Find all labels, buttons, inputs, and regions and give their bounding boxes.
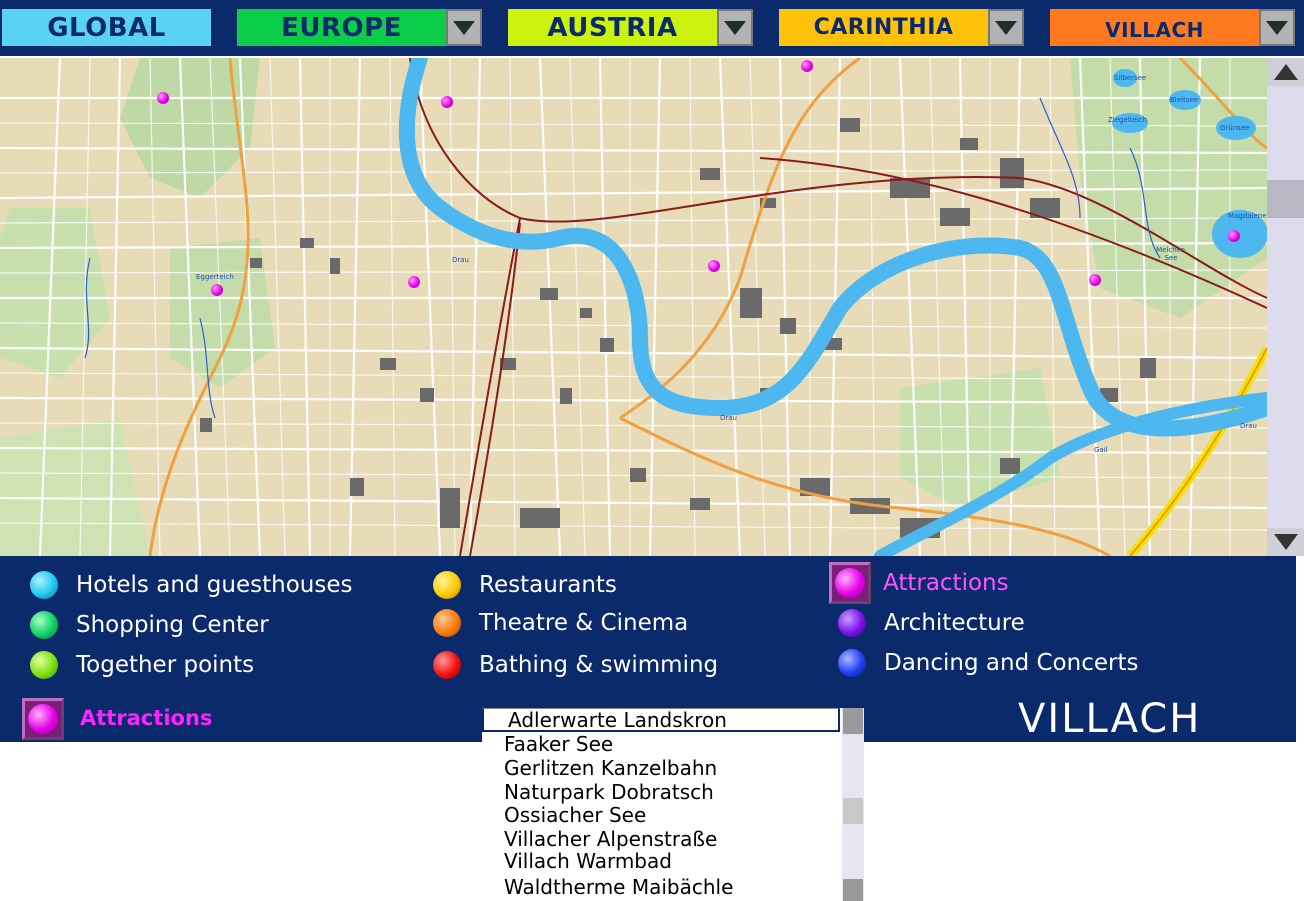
- legend-label: Shopping Center: [76, 612, 269, 638]
- attraction-marker[interactable]: [1228, 230, 1240, 242]
- legend-label: Attractions: [883, 570, 1009, 596]
- restaurants-ball-icon: [433, 571, 461, 599]
- triangle-down-icon: [1266, 20, 1288, 35]
- legend-theatre-cinema[interactable]: Theatre & Cinema: [433, 609, 688, 637]
- triangle-down-icon: [1273, 534, 1298, 550]
- map-label: Bleitsee: [1170, 96, 1199, 104]
- legend-architecture[interactable]: Architecture: [838, 609, 1025, 637]
- attraction-option[interactable]: Adlerwarte Landskron: [482, 708, 840, 732]
- attractions-selected-icon: [829, 562, 871, 604]
- legend-label: Together points: [76, 652, 255, 678]
- scroll-thumb[interactable]: [1267, 180, 1304, 218]
- austria-dropdown-button[interactable]: [717, 9, 753, 46]
- legend-label: Architecture: [884, 610, 1025, 636]
- list-scroll-thumb[interactable]: [843, 798, 863, 824]
- triangle-up-icon: [1273, 64, 1298, 80]
- list-scroll-up-button[interactable]: [843, 708, 863, 734]
- map-label: Grünsee: [1220, 124, 1250, 132]
- attraction-marker[interactable]: [408, 276, 420, 288]
- map-label: Melcher-See: [1156, 246, 1186, 262]
- legend-attractions[interactable]: Attractions: [829, 562, 1009, 604]
- europe-dropdown-button[interactable]: [446, 9, 482, 46]
- legend-restaurants[interactable]: Restaurants: [433, 571, 617, 599]
- park-area: [0, 418, 150, 556]
- attraction-option[interactable]: Ossiacher See: [482, 804, 840, 828]
- list-scroll-down-button[interactable]: [843, 879, 863, 901]
- map-canvas: [0, 58, 1267, 556]
- legend-label: Restaurants: [479, 572, 617, 598]
- attractions-category-icon: [22, 698, 64, 740]
- attraction-marker[interactable]: [211, 284, 223, 296]
- together-points-ball-icon: [30, 651, 58, 679]
- scroll-up-button[interactable]: [1267, 58, 1304, 86]
- city-title: VILLACH: [1018, 696, 1202, 742]
- legend-hotels[interactable]: Hotels and guesthouses: [30, 571, 352, 599]
- scroll-down-button[interactable]: [1267, 528, 1304, 556]
- attraction-option[interactable]: Naturpark Dobratsch: [482, 781, 840, 805]
- architecture-ball-icon: [838, 609, 866, 637]
- shopping-ball-icon: [30, 611, 58, 639]
- attraction-marker[interactable]: [1089, 274, 1101, 286]
- park-area: [900, 368, 1060, 508]
- triangle-down-icon: [995, 20, 1017, 35]
- map-label: Drau: [1240, 422, 1257, 430]
- bathing-ball-icon: [433, 651, 461, 679]
- map-label: Drau: [452, 256, 469, 264]
- nav-europe-button[interactable]: EUROPE: [237, 9, 446, 46]
- triangle-down-icon: [453, 20, 475, 35]
- region-navigation-bar: GLOBAL EUROPE AUSTRIA CARINTHIA VILLACH: [0, 0, 1304, 56]
- legend-shopping[interactable]: Shopping Center: [30, 611, 269, 639]
- category-legend: Hotels and guesthouses Shopping Center T…: [0, 556, 1296, 696]
- park-area: [0, 208, 110, 378]
- nav-carinthia-button[interactable]: CARINTHIA: [779, 9, 988, 46]
- legend-label: Bathing & swimming: [479, 652, 719, 678]
- attraction-option[interactable]: Waldtherme Maibächle: [482, 876, 840, 900]
- map-label: Drau: [720, 414, 737, 422]
- carinthia-dropdown-button[interactable]: [988, 9, 1024, 46]
- attraction-marker[interactable]: [157, 92, 169, 104]
- map-label: Silbersee: [1114, 74, 1147, 82]
- map-label: Eggerteich: [196, 273, 234, 281]
- attraction-marker[interactable]: [441, 96, 453, 108]
- hotels-ball-icon: [30, 571, 58, 599]
- villach-dropdown-button[interactable]: [1259, 9, 1295, 46]
- map-label: Magdalenen: [1228, 212, 1267, 220]
- city-map[interactable]: Eggerteich Drau Drau Drau Gail Magdalene…: [0, 58, 1267, 556]
- nav-austria-button[interactable]: AUSTRIA: [508, 9, 717, 46]
- attraction-option[interactable]: Villach Warmbad: [482, 850, 840, 874]
- legend-label: Hotels and guesthouses: [76, 572, 353, 598]
- nav-global-button[interactable]: GLOBAL: [2, 9, 211, 46]
- map-label: Gail: [1094, 446, 1108, 454]
- attraction-marker[interactable]: [801, 60, 813, 72]
- legend-together-points[interactable]: Together points: [30, 651, 254, 679]
- map-vertical-scrollbar[interactable]: [1267, 58, 1304, 556]
- list-scrollbar[interactable]: [842, 708, 864, 901]
- attraction-option[interactable]: Gerlitzen Kanzelbahn: [482, 757, 840, 781]
- legend-label: Dancing and Concerts: [884, 650, 1139, 676]
- theatre-ball-icon: [433, 609, 461, 637]
- triangle-down-icon: [724, 20, 746, 35]
- dancing-ball-icon: [838, 649, 866, 677]
- attractions-listbox[interactable]: Adlerwarte Landskron Faaker See Gerlitze…: [482, 708, 864, 901]
- map-label: Ziegelteich: [1108, 116, 1148, 124]
- category-label: Attractions: [80, 706, 213, 730]
- attraction-marker[interactable]: [708, 260, 720, 272]
- nav-villach-button[interactable]: VILLACH: [1050, 9, 1259, 46]
- legend-label: Theatre & Cinema: [479, 610, 689, 636]
- legend-dancing-concerts[interactable]: Dancing and Concerts: [838, 649, 1138, 677]
- legend-bathing[interactable]: Bathing & swimming: [433, 651, 718, 679]
- attraction-option[interactable]: Faaker See: [482, 733, 840, 757]
